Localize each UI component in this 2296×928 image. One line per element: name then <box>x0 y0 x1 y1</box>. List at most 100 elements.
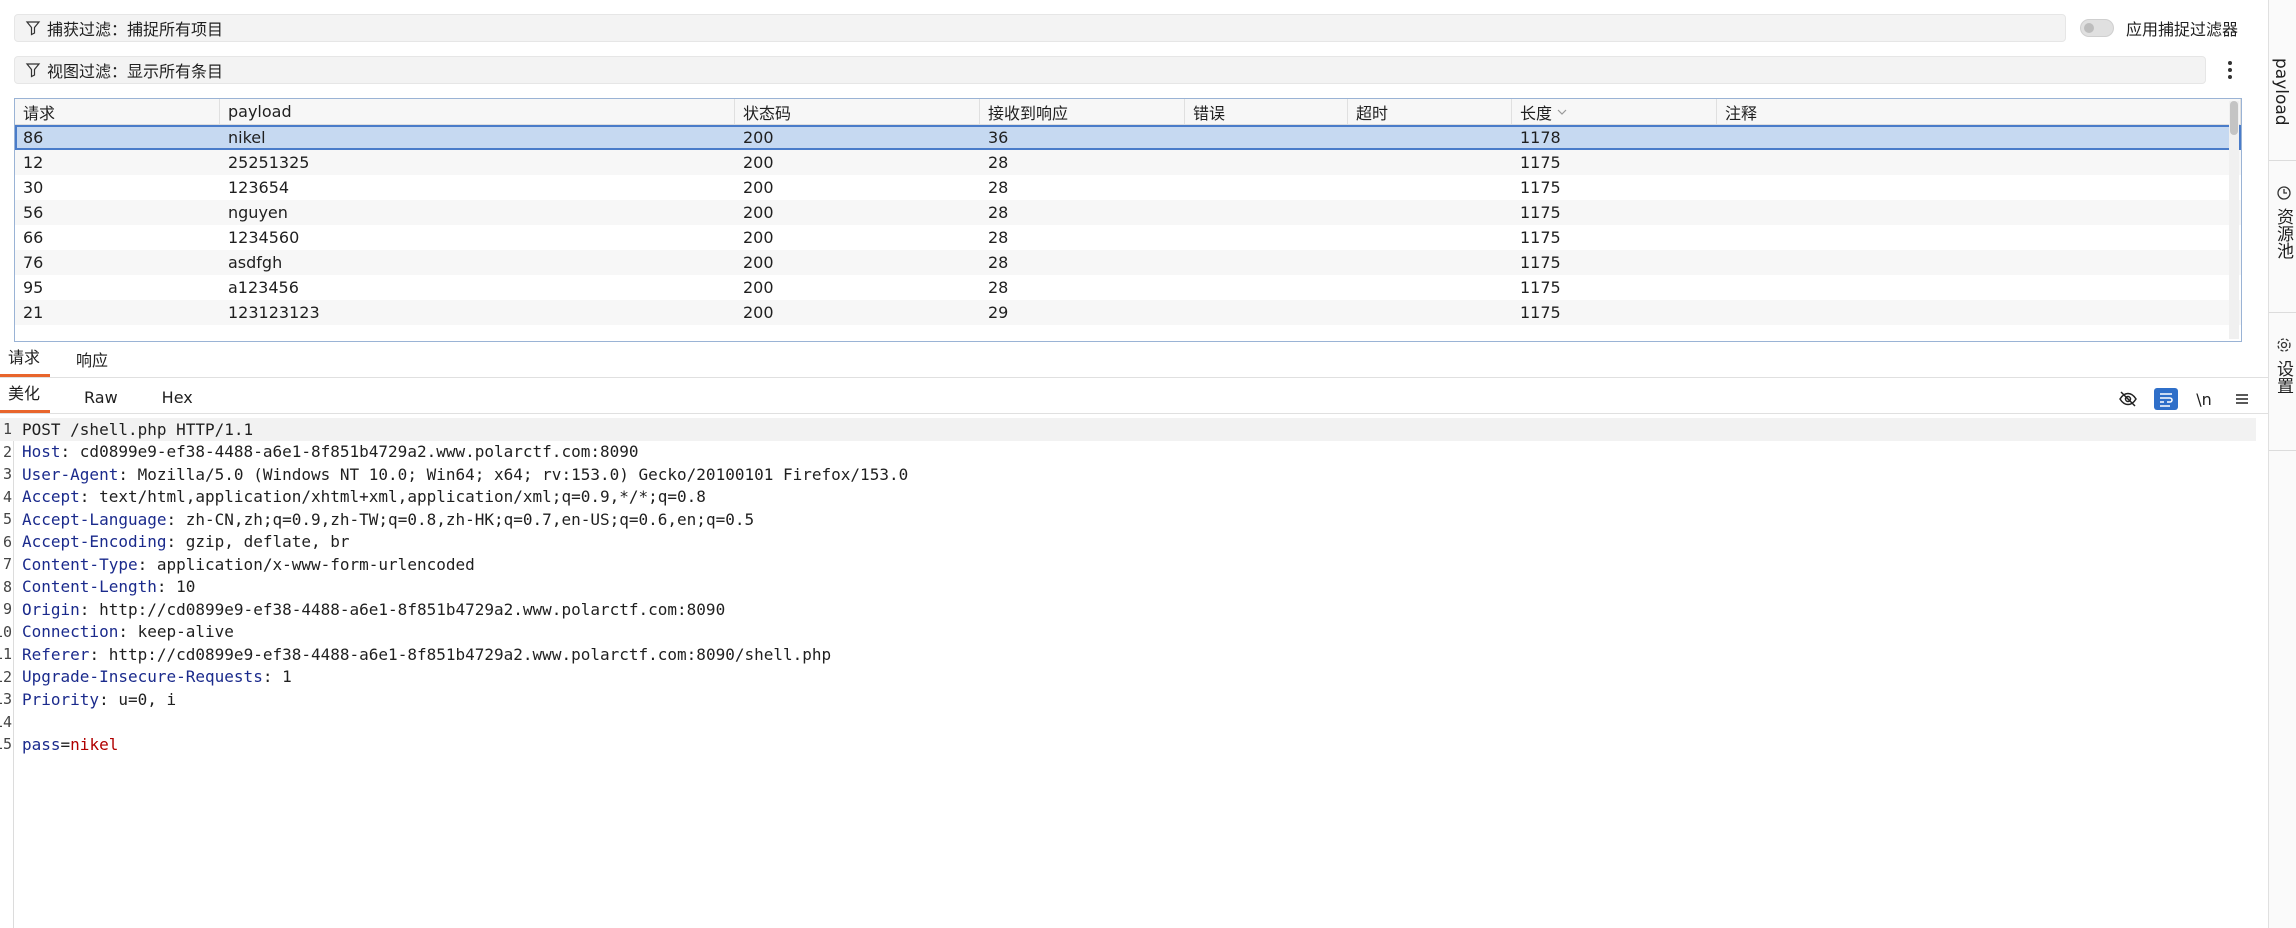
tab-response[interactable]: 响应 <box>68 347 118 377</box>
cell-length: 1175 <box>1520 253 1561 272</box>
more-options-icon[interactable] <box>2222 56 2238 84</box>
line-number: 8 <box>2 577 12 596</box>
column-header-response-received[interactable]: 接收到响应 <box>980 99 1185 124</box>
header-separator: : <box>60 442 80 462</box>
table-row[interactable]: 21 123123123 200 29 1175 <box>15 300 2241 325</box>
editor-line: 7 Content-Type: application/x-www-form-ur… <box>0 553 2256 576</box>
line-content: Connection: keep-alive <box>12 622 234 641</box>
header-separator: : <box>99 689 119 709</box>
line-content: Accept-Encoding: gzip, deflate, br <box>12 532 350 551</box>
apply-capture-filter-label: 应用捕捉过滤器 <box>2126 20 2239 39</box>
header-name: Accept-Language <box>22 509 167 529</box>
table-row[interactable]: 30 123654 200 28 1175 <box>15 175 2241 200</box>
column-header-timeout[interactable]: 超时 <box>1348 99 1512 124</box>
line-number: 2 <box>2 442 12 461</box>
cell-request: 95 <box>23 278 44 297</box>
column-header-length-label: 长度 <box>1520 103 1553 123</box>
cell-response-received: 28 <box>988 278 1009 297</box>
header-value: keep-alive <box>137 622 234 642</box>
side-divider <box>2269 312 2296 313</box>
cell-payload: a123456 <box>228 278 299 297</box>
cell-length: 1175 <box>1520 278 1561 297</box>
line-number: 12 <box>0 667 12 686</box>
line-content: pass=nikel <box>12 735 118 754</box>
header-name: Host <box>22 442 61 462</box>
right-side-panel: payload 资源池 设置 <box>2268 0 2296 928</box>
line-content: Host: cd0899e9-ef38-4488-a6e1-8f851b4729… <box>12 442 639 461</box>
cell-status: 200 <box>743 278 774 297</box>
request-editor[interactable]: 1 POST /shell.php HTTP/1.1 2 Host: cd0899e9… <box>0 418 2268 928</box>
cell-response-received: 28 <box>988 228 1009 247</box>
editor-line: 10Connection: keep-alive <box>0 621 2256 644</box>
tab-pretty[interactable]: 美化 <box>0 380 51 413</box>
header-value: Mozilla/5.0 (Windows NT 10.0; Win64; x64… <box>137 464 909 484</box>
header-value: 1 <box>282 667 292 687</box>
newline-toggle-icon[interactable]: \n <box>2192 388 2216 410</box>
column-header-status[interactable]: 状态码 <box>735 99 980 124</box>
cell-payload: 1234560 <box>228 228 300 247</box>
line-number: 7 <box>2 555 12 574</box>
cell-response-received: 28 <box>988 153 1009 172</box>
header-name: Content-Length <box>22 577 157 597</box>
header-separator: : <box>79 487 100 507</box>
cell-payload: 123654 <box>228 178 290 197</box>
editor-line: 3 User-Agent: Mozilla/5.0 (Windows NT 10.… <box>0 463 2256 486</box>
header-name: Accept <box>22 487 80 507</box>
header-name: Connection <box>22 622 119 642</box>
cell-request: 86 <box>23 128 44 147</box>
editor-line: 1 POST /shell.php HTTP/1.1 <box>0 418 2256 441</box>
line-number: 3 <box>2 465 12 484</box>
column-header-error[interactable]: 错误 <box>1185 99 1348 124</box>
table-row[interactable]: 86 nikel 200 36 1178 <box>15 125 2241 150</box>
side-tab-resource-pool-label: 资源池 <box>2273 208 2293 259</box>
table-row[interactable]: 56 nguyen 200 28 1175 <box>15 200 2241 225</box>
side-divider <box>2269 450 2296 451</box>
cell-status: 200 <box>743 253 774 272</box>
tab-request[interactable]: 请求 <box>0 344 51 377</box>
side-tab-settings[interactable]: 设置 <box>2271 336 2296 394</box>
table-row[interactable]: 95 a123456 200 28 1175 <box>15 275 2241 300</box>
column-header-request[interactable]: 请求 <box>15 99 220 124</box>
cell-request: 76 <box>23 253 44 272</box>
editor-line: 14 <box>0 711 2256 734</box>
apply-capture-filter-toggle[interactable] <box>2080 19 2114 37</box>
table-row[interactable]: 76 asdfgh 200 28 1175 <box>15 250 2241 275</box>
hide-eye-icon[interactable] <box>2116 388 2140 410</box>
line-content: Content-Type: application/x-www-form-url… <box>12 555 475 574</box>
message-tabs: 请求 响应 <box>0 348 2268 378</box>
header-separator: : <box>79 599 100 619</box>
view-filter-bar[interactable]: 视图过滤：显示所有条目 <box>14 56 2206 84</box>
tab-hex[interactable]: Hex <box>154 388 203 413</box>
table-row[interactable]: 66 1234560 200 28 1175 <box>15 225 2241 250</box>
line-number: 10 <box>0 622 12 641</box>
editor-line: 13Priority: u=0, i <box>0 688 2256 711</box>
side-divider <box>2269 160 2296 161</box>
gear-icon <box>2276 338 2291 352</box>
editor-line: 9 Origin: http://cd0899e9-ef38-4488-a6e1-… <box>0 598 2256 621</box>
filter-icon <box>25 21 41 36</box>
cell-payload: 25251325 <box>228 153 310 172</box>
word-wrap-icon[interactable] <box>2154 388 2178 410</box>
line-number: 6 <box>2 532 12 551</box>
column-header-length[interactable]: 长度 <box>1512 99 1717 124</box>
param-value: nikel <box>70 734 119 754</box>
column-header-payload[interactable]: payload <box>220 99 735 124</box>
cell-response-received: 28 <box>988 253 1009 272</box>
column-header-comment[interactable]: 注释 <box>1717 99 2241 124</box>
table-scrollbar[interactable] <box>2229 101 2239 339</box>
table-scrollbar-thumb[interactable] <box>2230 101 2238 135</box>
side-tab-resource-pool[interactable]: 资源池 <box>2271 184 2296 259</box>
results-table: 请求 payload 状态码 接收到响应 错误 超时 长度 注释 86 nikel… <box>14 98 2242 342</box>
cell-length: 1178 <box>1520 128 1561 147</box>
cell-request: 66 <box>23 228 44 247</box>
hamburger-menu-icon[interactable] <box>2230 388 2254 410</box>
table-row[interactable]: 12 25251325 200 28 1175 <box>15 150 2241 175</box>
editor-line: 11Referer: http://cd0899e9-ef38-4488-a6e… <box>0 643 2256 666</box>
header-separator: : <box>156 577 177 597</box>
line-content: Origin: http://cd0899e9-ef38-4488-a6e1-8… <box>12 600 725 619</box>
tab-raw[interactable]: Raw <box>76 388 128 413</box>
apply-capture-filter[interactable]: 应用捕捉过滤器 <box>2080 14 2238 42</box>
capture-filter-bar[interactable]: 捕获过滤：捕捉所有项目 <box>14 14 2066 42</box>
side-tab-payload[interactable]: payload <box>2271 58 2291 126</box>
header-value: application/x-www-form-urlencoded <box>156 554 475 574</box>
